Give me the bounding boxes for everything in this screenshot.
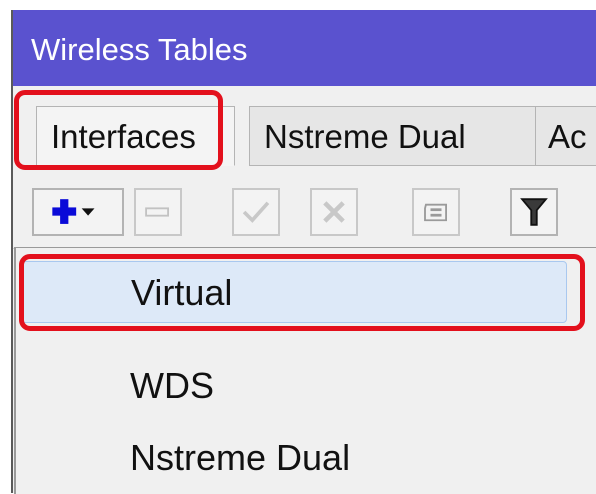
chevron-down-icon bbox=[81, 208, 95, 216]
cross-icon bbox=[323, 201, 345, 223]
toolbar bbox=[13, 182, 596, 244]
disable-button[interactable] bbox=[310, 188, 358, 236]
filter-icon bbox=[520, 198, 548, 226]
menu-item-label: Virtual bbox=[131, 272, 233, 313]
remove-icon bbox=[145, 207, 169, 217]
tab-label: Ac bbox=[548, 118, 587, 155]
tab-interfaces[interactable]: Interfaces bbox=[36, 106, 235, 166]
tab-access-list[interactable]: Ac bbox=[535, 106, 596, 166]
title-bar[interactable]: Wireless Tables bbox=[13, 10, 596, 86]
add-button[interactable] bbox=[32, 188, 124, 236]
menu-item-nstreme-dual[interactable]: Nstreme Dual bbox=[16, 427, 596, 489]
tab-bar: Interfaces Nstreme Dual Ac bbox=[13, 86, 596, 186]
check-icon bbox=[242, 201, 270, 223]
filter-button[interactable] bbox=[510, 188, 558, 236]
remove-button[interactable] bbox=[134, 188, 182, 236]
enable-button[interactable] bbox=[232, 188, 280, 236]
menu-item-wds[interactable]: WDS bbox=[16, 355, 596, 417]
comment-button[interactable] bbox=[412, 188, 460, 236]
menu-item-label: WDS bbox=[130, 365, 214, 406]
menu-item-label: Nstreme Dual bbox=[130, 437, 351, 478]
comment-icon bbox=[424, 203, 447, 222]
menu-item-virtual[interactable]: Virtual bbox=[19, 261, 567, 323]
tab-label: Interfaces bbox=[51, 118, 196, 155]
window-title: Wireless Tables bbox=[31, 32, 248, 67]
add-icon bbox=[52, 199, 95, 224]
tab-nstreme-dual[interactable]: Nstreme Dual bbox=[249, 106, 544, 166]
tab-label: Nstreme Dual bbox=[264, 118, 466, 155]
add-dropdown-menu: Virtual WDS Nstreme Dual bbox=[14, 247, 596, 494]
